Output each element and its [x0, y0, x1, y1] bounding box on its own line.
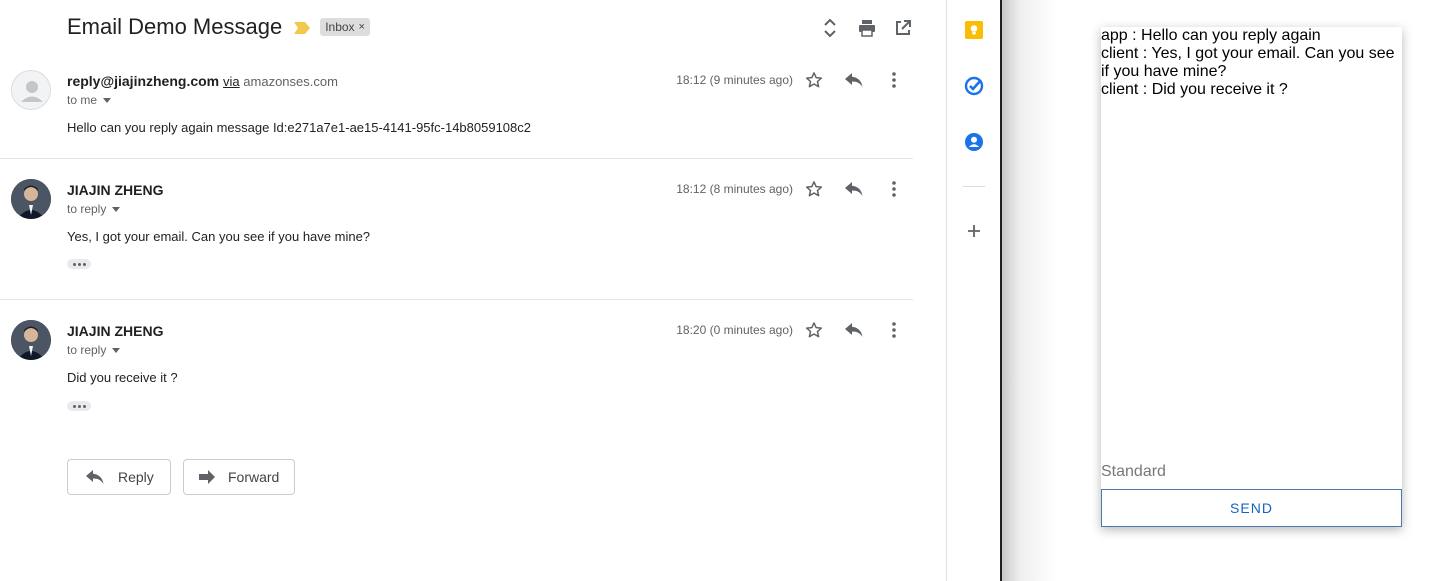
- message-actions: [794, 177, 914, 201]
- email-subject: Email Demo Message: [67, 14, 283, 39]
- subject-row: Email Demo Message Inbox ×: [67, 14, 370, 40]
- message-time: 18:12 (8 minutes ago): [676, 182, 793, 196]
- chevron-down-icon: [103, 97, 112, 103]
- email-view: Email Demo Message Inbox × reply@jiajinz…: [0, 0, 946, 581]
- side-panel: [946, 0, 1001, 581]
- label-chip-text: Inbox: [325, 20, 355, 34]
- chat-log: app : Hello can you reply again client :…: [1101, 27, 1402, 99]
- recipient-dropdown[interactable]: to me: [67, 93, 112, 107]
- reply-button[interactable]: [834, 68, 874, 92]
- star-button[interactable]: [794, 318, 834, 342]
- send-button[interactable]: SEND: [1101, 489, 1402, 527]
- print-all-button[interactable]: [856, 17, 878, 39]
- star-button[interactable]: [794, 68, 834, 92]
- sender-name[interactable]: JIAJIN ZHENG: [67, 182, 163, 198]
- importance-marker-icon[interactable]: [294, 21, 311, 34]
- message-body: Yes, I got your email. Can you see if yo…: [67, 229, 371, 244]
- forward-icon: [199, 470, 215, 484]
- add-icon[interactable]: [964, 221, 984, 241]
- recipient-text: to reply: [67, 202, 107, 216]
- message-time: 18:20 (0 minutes ago): [676, 323, 793, 337]
- star-icon: [805, 72, 823, 88]
- chevron-down-icon: [112, 347, 121, 353]
- more-vert-icon: [892, 322, 896, 338]
- forward-button-label: Forward: [228, 469, 280, 485]
- recipient-dropdown[interactable]: to reply: [67, 202, 121, 216]
- via-domain: amazonses.com: [243, 74, 338, 89]
- reply-icon: [845, 73, 863, 87]
- screen: Email Demo Message Inbox × reply@jiajinz…: [0, 0, 1448, 581]
- message-actions: [794, 318, 914, 342]
- keep-icon[interactable]: [964, 20, 984, 40]
- mode-label[interactable]: Standard: [1101, 463, 1166, 481]
- chat-line: client : Did you receive it ?: [1101, 81, 1288, 98]
- sender-email[interactable]: reply@jiajinzheng.com: [67, 73, 219, 89]
- sender-name[interactable]: JIAJIN ZHENG: [67, 323, 163, 339]
- message-body: Did you receive it ?: [67, 370, 178, 385]
- more-vert-icon: [892, 72, 896, 88]
- recipient-text: to me: [67, 93, 98, 107]
- reply-button[interactable]: [834, 318, 874, 342]
- star-icon: [805, 181, 823, 197]
- chat-line: app : Hello can you reply again: [1101, 27, 1321, 44]
- more-options-button[interactable]: [874, 318, 914, 342]
- reply-icon: [845, 182, 863, 196]
- contacts-icon[interactable]: [964, 132, 984, 152]
- via-link[interactable]: via: [223, 74, 240, 89]
- open-in-new-icon: [892, 17, 914, 39]
- more-vert-icon: [892, 181, 896, 197]
- show-trimmed-content-button[interactable]: [67, 401, 91, 411]
- reply-button[interactable]: [834, 177, 874, 201]
- remove-label-icon[interactable]: ×: [359, 21, 365, 33]
- side-panel-divider: [963, 186, 985, 187]
- expand-collapse-icon: [819, 17, 841, 39]
- chat-card: app : Hello can you reply again client :…: [1101, 27, 1402, 527]
- sender-avatar: [11, 179, 51, 219]
- message-time: 18:12 (9 minutes ago): [676, 73, 793, 87]
- more-options-button[interactable]: [874, 177, 914, 201]
- message-divider: [0, 299, 913, 300]
- message-divider: [0, 158, 913, 159]
- reply-icon: [86, 470, 104, 484]
- sender-avatar-placeholder: [11, 70, 51, 110]
- message-actions: [794, 68, 914, 92]
- via-text: via amazonses.com: [223, 74, 338, 89]
- label-chip-inbox[interactable]: Inbox ×: [320, 18, 370, 36]
- more-options-button[interactable]: [874, 68, 914, 92]
- print-icon: [856, 17, 878, 39]
- star-icon: [805, 322, 823, 338]
- tasks-icon[interactable]: [964, 76, 984, 96]
- expand-all-button[interactable]: [819, 17, 841, 39]
- chat-line: client : Yes, I got your email. Can you …: [1101, 45, 1395, 80]
- forward-button[interactable]: Forward: [183, 459, 295, 495]
- recipient-text: to reply: [67, 343, 107, 357]
- sender-line: reply@jiajinzheng.com via amazonses.com: [67, 73, 338, 89]
- star-button[interactable]: [794, 177, 834, 201]
- reply-icon: [845, 323, 863, 337]
- open-new-window-button[interactable]: [892, 17, 914, 39]
- recipient-dropdown[interactable]: to reply: [67, 343, 121, 357]
- message-body: Hello can you reply again message Id:e27…: [67, 120, 532, 135]
- reply-all-bottom-button[interactable]: Reply: [67, 459, 171, 495]
- show-trimmed-content-button[interactable]: [67, 259, 91, 269]
- sender-avatar: [11, 320, 51, 360]
- chevron-down-icon: [112, 206, 121, 212]
- reply-button-label: Reply: [118, 469, 154, 485]
